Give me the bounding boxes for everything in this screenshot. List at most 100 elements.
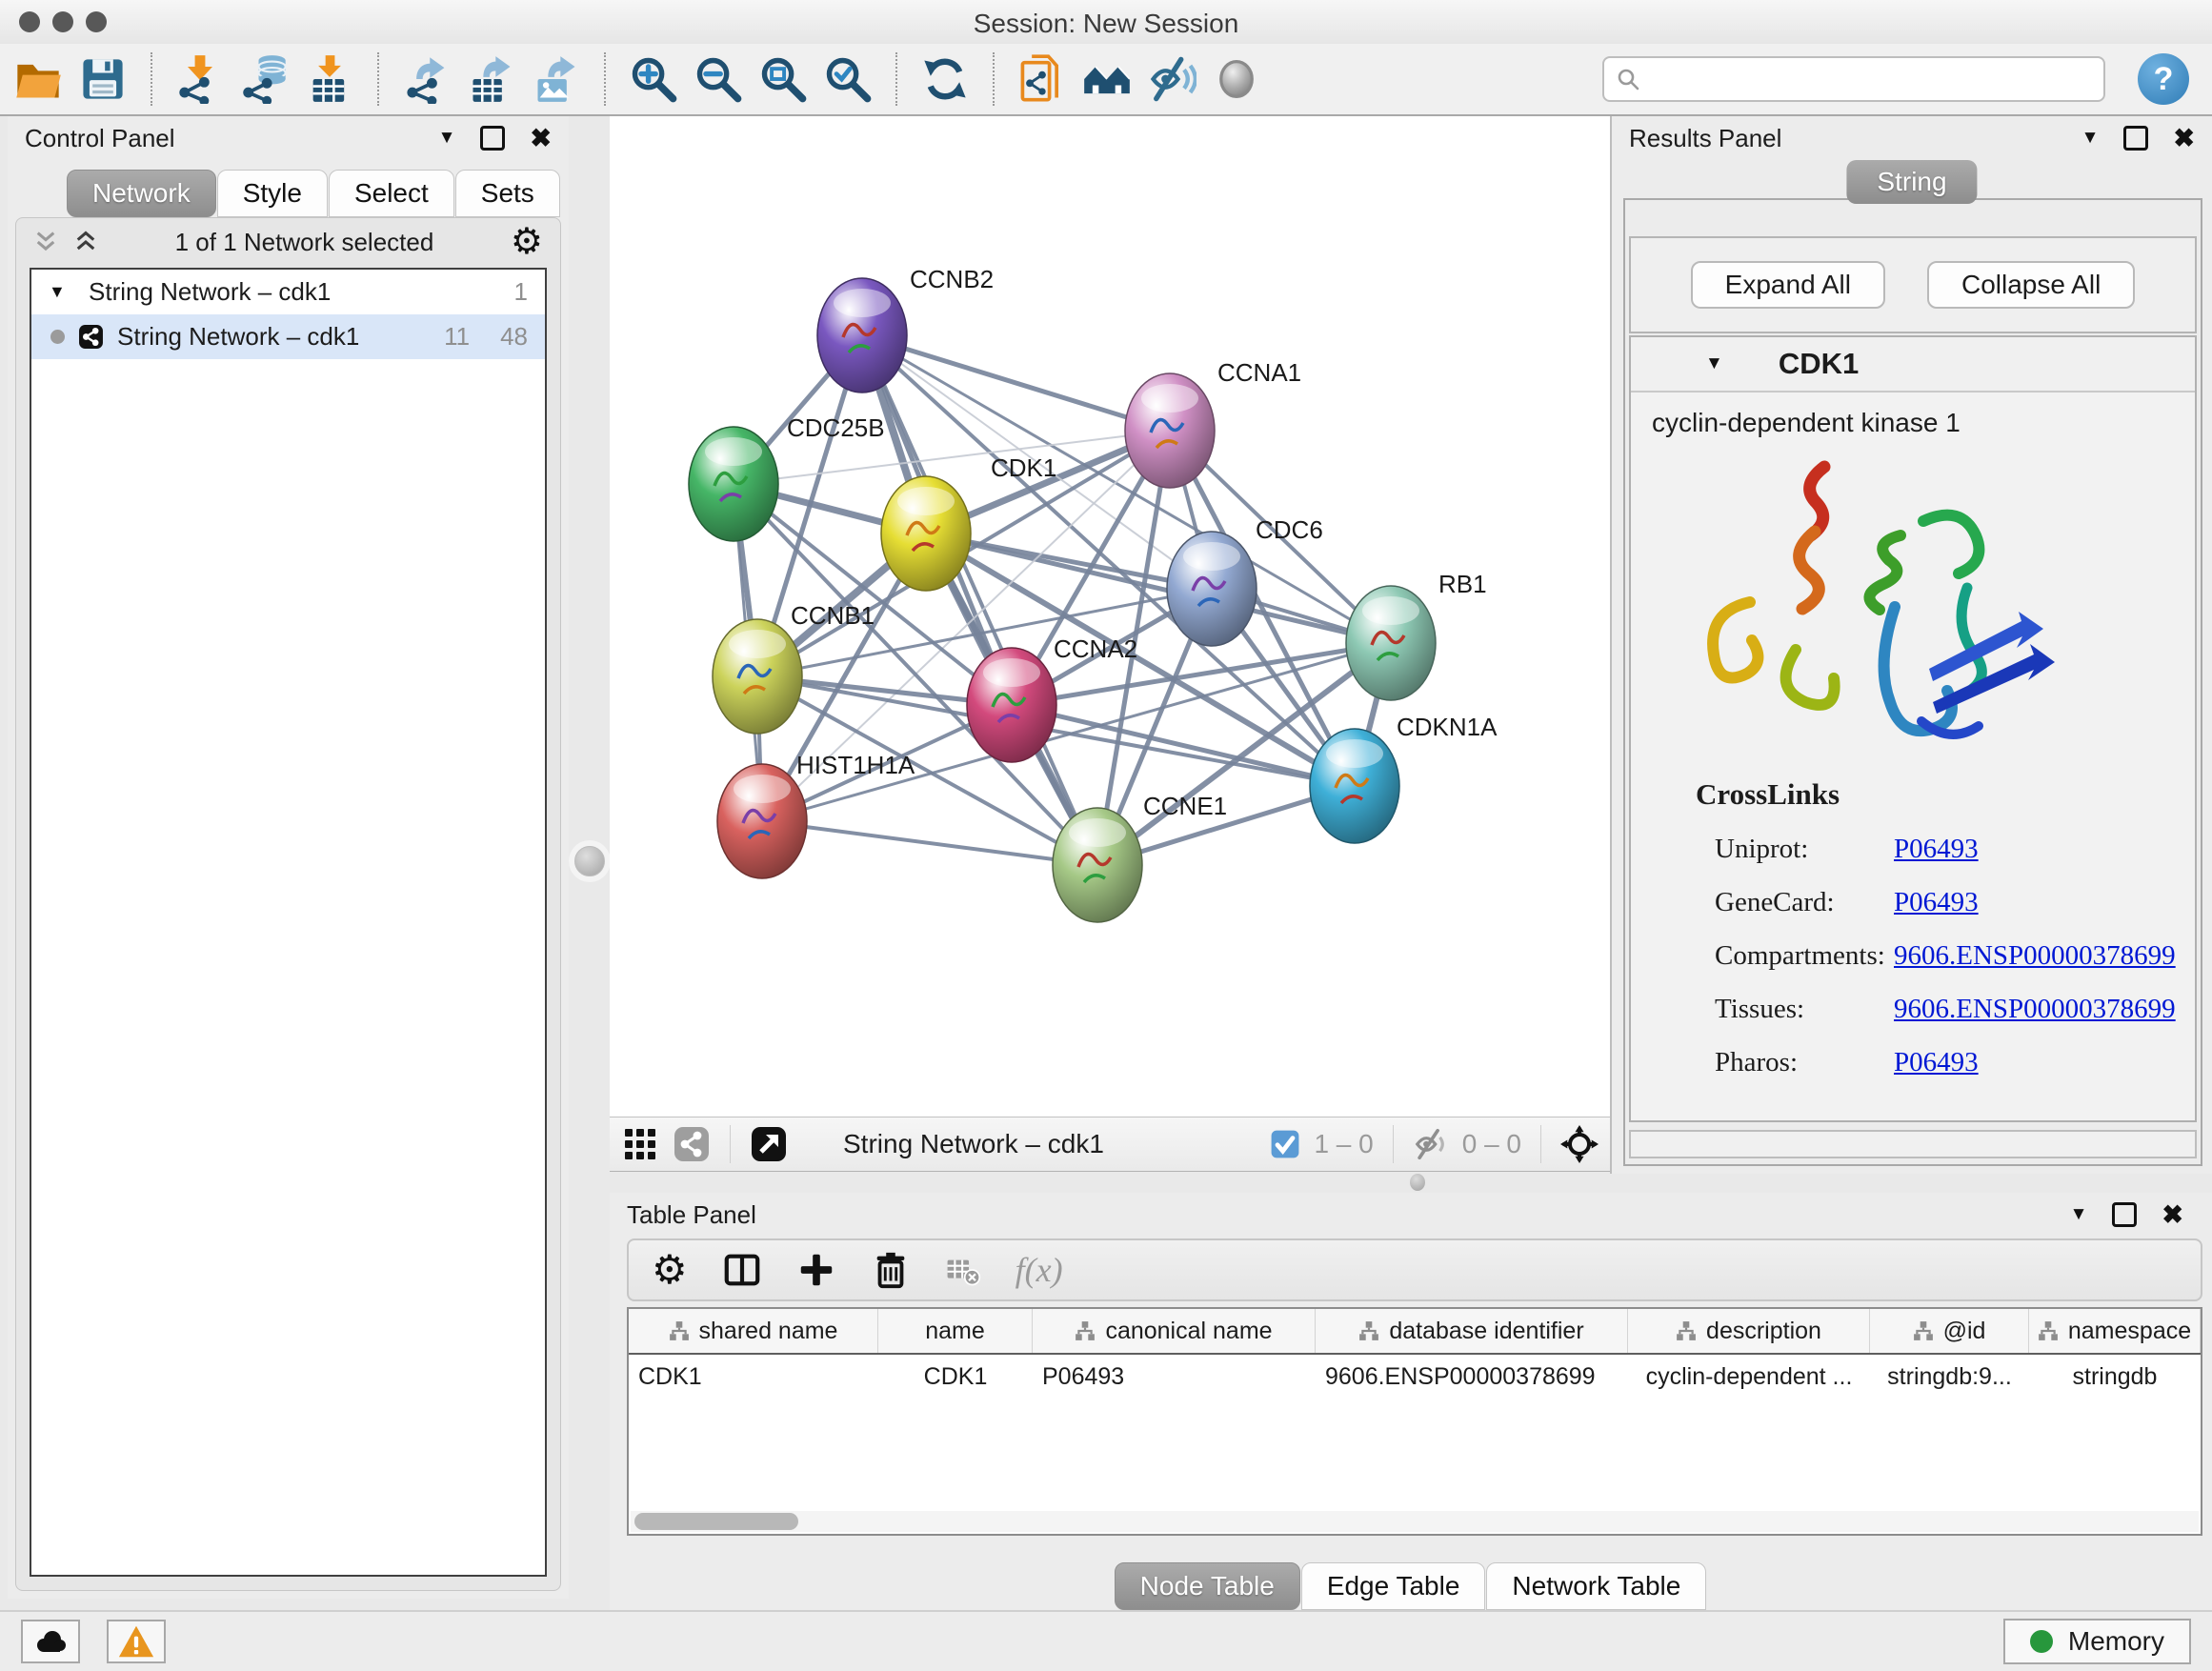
table-horizontal-scrollbar[interactable] <box>631 1511 2199 1532</box>
view-share-icon[interactable] <box>673 1125 711 1163</box>
refresh-icon[interactable] <box>920 54 970 104</box>
network-options-gear-icon[interactable]: ⚙ <box>511 224 543 260</box>
crosslink-label: GeneCard: <box>1715 887 1894 918</box>
warnings-button[interactable] <box>107 1620 166 1663</box>
cloud-status-button[interactable] <box>21 1620 80 1663</box>
show-eye-icon[interactable] <box>1212 54 1261 104</box>
table-row[interactable]: CDK1CDK1P064939606.ENSP00000378699cyclin… <box>629 1355 2201 1399</box>
tab-style[interactable]: Style <box>217 170 328 217</box>
node-label-CCNA1: CCNA1 <box>1217 358 1301 387</box>
cell-database-identifier[interactable]: 9606.ENSP00000378699 <box>1316 1363 1628 1391</box>
selected-checkbox-icon[interactable] <box>1270 1129 1300 1159</box>
crosslink-row: GeneCard:P06493 <box>1696 887 2176 918</box>
tab-node-table[interactable]: Node Table <box>1115 1562 1300 1610</box>
export-network-icon[interactable] <box>402 54 452 104</box>
column-header-canonical-name[interactable]: canonical name <box>1033 1309 1316 1353</box>
save-session-icon[interactable] <box>78 54 128 104</box>
cell-description[interactable]: cyclin-dependent ... <box>1628 1363 1870 1391</box>
tab-network[interactable]: Network <box>67 170 216 217</box>
crosslink-link[interactable]: P06493 <box>1894 1047 1979 1078</box>
float-panel-icon[interactable] <box>2112 1202 2137 1227</box>
panel-menu-icon[interactable]: ▼ <box>2081 128 2100 149</box>
crosslink-link[interactable]: P06493 <box>1894 887 1979 918</box>
column-header-namespace[interactable]: namespace <box>2029 1309 2201 1353</box>
node-label-CCNA2: CCNA2 <box>1054 634 1137 663</box>
network-graph[interactable]: CCNB2CCNA1CDC25BCDK1CDC6RB1CCNB1CCNA2CDK… <box>610 116 1610 1117</box>
clone-network-icon[interactable] <box>1017 54 1067 104</box>
panel-menu-icon[interactable]: ▼ <box>2070 1204 2088 1225</box>
expand-all-icon[interactable] <box>73 230 98 254</box>
horizontal-splitter-handle[interactable] <box>1410 1174 1425 1191</box>
export-table-icon[interactable] <box>467 54 516 104</box>
cell-@id[interactable]: stringdb:9... <box>1870 1363 2029 1391</box>
edge-CCNB2-CCNA1[interactable] <box>862 335 1170 431</box>
crosslinks-title: CrossLinks <box>1696 777 2176 812</box>
results-scroll-strip[interactable] <box>1629 1130 2197 1158</box>
close-panel-icon[interactable]: ✖ <box>2162 1200 2183 1230</box>
memory-button[interactable]: Memory <box>2003 1619 2191 1664</box>
close-panel-icon[interactable]: ✖ <box>2173 124 2195 153</box>
tab-edge-table[interactable]: Edge Table <box>1301 1562 1486 1610</box>
tab-select[interactable]: Select <box>329 170 454 217</box>
column-header-shared-name[interactable]: shared name <box>629 1309 878 1353</box>
import-table-icon[interactable] <box>305 54 354 104</box>
node-table: shared namenamecanonical namedatabase id… <box>627 1307 2202 1536</box>
left-splitter-handle[interactable] <box>574 846 605 876</box>
collapse-all-button[interactable]: Collapse All <box>1927 261 2135 309</box>
collapse-all-icon[interactable] <box>33 230 58 254</box>
birds-eye-crosshair-icon[interactable] <box>1560 1125 1599 1163</box>
column-header-description[interactable]: description <box>1628 1309 1870 1353</box>
expand-all-button[interactable]: Expand All <box>1691 261 1885 309</box>
hidden-eye-icon[interactable] <box>1413 1126 1449 1162</box>
column-header-name[interactable]: name <box>878 1309 1033 1353</box>
edge-CCNB2-CCNE1[interactable] <box>862 335 1097 865</box>
search-input[interactable] <box>1648 64 2092 95</box>
network-row[interactable]: String Network – cdk1 11 48 <box>31 314 545 359</box>
function-builder-icon[interactable]: f(x) <box>1016 1250 1063 1290</box>
gene-section-header[interactable]: ▼ CDK1 <box>1631 337 2195 393</box>
crosslink-link[interactable]: 9606.ENSP00000378699 <box>1894 994 2176 1025</box>
zoom-fit-icon[interactable] <box>758 54 808 104</box>
open-session-icon[interactable] <box>13 54 63 104</box>
cell-name[interactable]: CDK1 <box>878 1363 1033 1391</box>
hide-glasses-icon[interactable] <box>1147 54 1196 104</box>
tab-string[interactable]: String <box>1846 160 1977 204</box>
cell-shared-name[interactable]: CDK1 <box>629 1363 878 1391</box>
section-caret-icon[interactable]: ▼ <box>1705 353 1723 374</box>
network-canvas[interactable]: CCNB2CCNA1CDC25BCDK1CDC6RB1CCNB1CCNA2CDK… <box>610 116 1610 1117</box>
zoom-in-icon[interactable] <box>629 54 678 104</box>
add-column-icon[interactable] <box>796 1250 836 1290</box>
open-full-view-icon[interactable] <box>750 1125 788 1163</box>
string-home-icon[interactable] <box>1082 54 1132 104</box>
crosslink-link[interactable]: P06493 <box>1894 834 1979 865</box>
cell-canonical-name[interactable]: P06493 <box>1033 1363 1316 1391</box>
crosslink-link[interactable]: 9606.ENSP00000378699 <box>1894 940 2176 972</box>
table-options-gear-icon[interactable]: ⚙ <box>652 1250 688 1290</box>
panel-menu-icon[interactable]: ▼ <box>438 128 456 149</box>
tab-sets[interactable]: Sets <box>455 170 560 217</box>
import-database-icon[interactable] <box>240 54 290 104</box>
grid-view-icon[interactable] <box>621 1125 659 1163</box>
export-image-icon[interactable] <box>532 54 581 104</box>
column-header-@id[interactable]: @id <box>1870 1309 2029 1353</box>
column-header-database-identifier[interactable]: database identifier <box>1316 1309 1628 1353</box>
import-network-icon[interactable] <box>175 54 225 104</box>
show-columns-icon[interactable] <box>722 1250 762 1290</box>
zoom-out-icon[interactable] <box>694 54 743 104</box>
zoom-selected-icon[interactable] <box>823 54 873 104</box>
search-box[interactable] <box>1602 56 2105 102</box>
tab-network-table[interactable]: Network Table <box>1486 1562 1706 1610</box>
tree-expand-icon[interactable]: ▼ <box>49 282 75 302</box>
cell-namespace[interactable]: stringdb <box>2029 1363 2201 1391</box>
edge-CCNE1-HIST1H1A[interactable] <box>762 821 1097 865</box>
memory-status-dot <box>2030 1630 2053 1653</box>
delete-table-icon[interactable] <box>945 1252 981 1288</box>
help-button[interactable]: ? <box>2138 53 2189 105</box>
close-panel-icon[interactable]: ✖ <box>530 124 552 153</box>
scrollbar-thumb[interactable] <box>634 1513 798 1530</box>
float-panel-icon[interactable] <box>2123 126 2148 151</box>
delete-column-icon[interactable] <box>871 1250 911 1290</box>
network-collection-row[interactable]: ▼ String Network – cdk1 1 <box>31 270 545 314</box>
float-panel-icon[interactable] <box>480 126 505 151</box>
horizontal-splitter[interactable] <box>610 1172 2212 1193</box>
